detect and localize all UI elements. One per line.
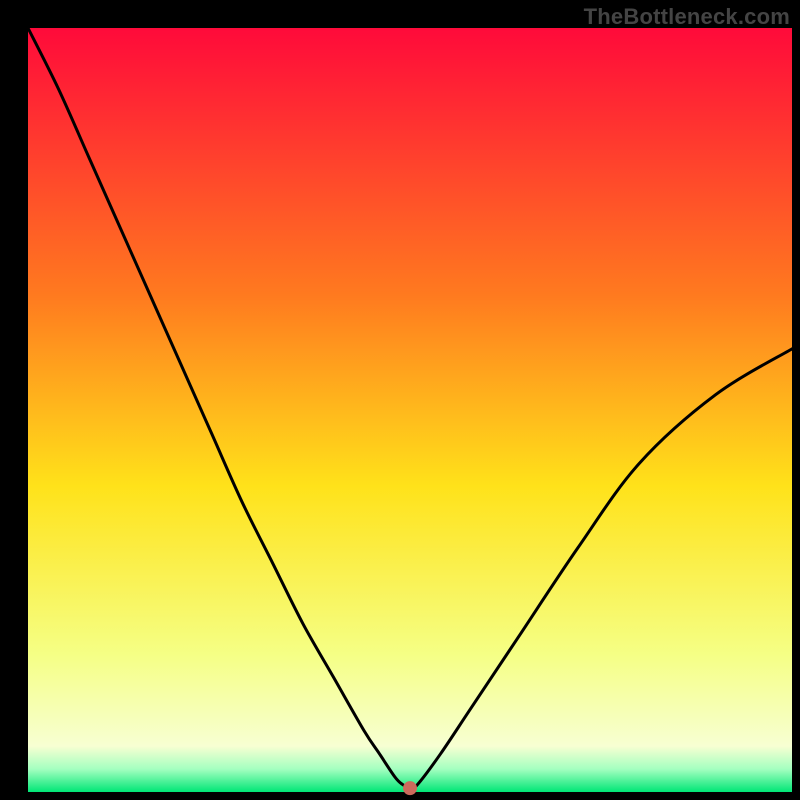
gradient-background: [28, 28, 792, 792]
current-point-marker: [403, 781, 417, 795]
bottleneck-chart: [0, 0, 800, 800]
watermark-text: TheBottleneck.com: [584, 4, 790, 30]
